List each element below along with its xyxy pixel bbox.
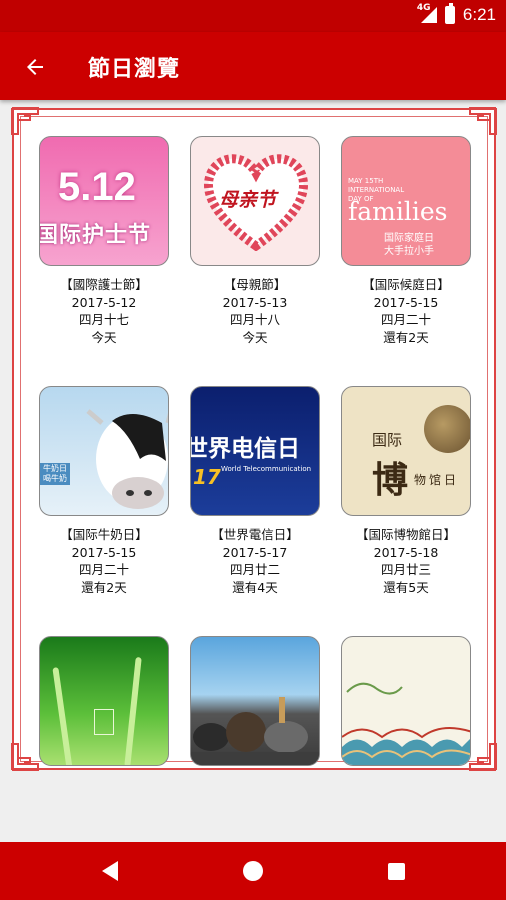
festival-lunar-date: 四月十七 <box>78 312 129 327</box>
festival-date: 2017-5-13 <box>222 294 288 310</box>
seal-icon <box>94 709 114 735</box>
status-icons: 4G 6:21 <box>417 3 496 25</box>
back-arrow-icon[interactable] <box>18 50 52 84</box>
thumbnail-text: 国际 <box>372 431 403 449</box>
festival-lunar-date: 四月二十 <box>380 312 431 327</box>
festival-frame: 5.12 国际护士节 【國際護士節】 2017-5-12 四月十七 今天 母亲节… <box>10 106 498 772</box>
festival-card[interactable]: 牛奶日 喝牛奶 【国际牛奶日】 2017-5-15 四月二十 還有2天 <box>38 386 170 596</box>
festival-thumbnail[interactable]: MAY 15TH INTERNATIONAL DAY OF families 国… <box>341 136 471 266</box>
festival-lunar-date: 四月二十 <box>78 562 129 577</box>
festival-card[interactable]: 世界电信日 17 World Telecommunication 【世界電信日】… <box>189 386 321 596</box>
festival-grid: 5.12 国际护士节 【國際護士節】 2017-5-12 四月十七 今天 母亲节… <box>38 136 478 766</box>
festival-card[interactable] <box>189 636 321 766</box>
festival-thumbnail[interactable]: 牛奶日 喝牛奶 <box>39 386 169 516</box>
festival-countdown: 還有2天 <box>81 579 127 595</box>
festival-name: 【世界電信日】 <box>211 527 299 542</box>
app-bar: 節日瀏覽 <box>0 32 506 100</box>
festival-name: 【母親節】 <box>223 277 287 292</box>
festival-thumbnail[interactable] <box>190 636 320 766</box>
globe-icon <box>424 405 470 453</box>
thumbnail-text: 物馆日 <box>414 473 460 487</box>
festival-thumbnail[interactable]: 母亲节 <box>190 136 320 266</box>
app-root: 4G 6:21 節日瀏覽 5.12 国际护士节 【國際護士節】 2017-5-1… <box>0 0 506 900</box>
festival-thumbnail[interactable]: 世界电信日 17 World Telecommunication <box>190 386 320 516</box>
thumbnail-text: 博 <box>372 460 409 501</box>
battery-icon <box>444 3 455 24</box>
festival-thumbnail[interactable] <box>341 636 471 766</box>
festival-card[interactable] <box>340 636 472 766</box>
status-bar: 4G 6:21 <box>0 0 506 32</box>
festival-name: 【国际牛奶日】 <box>60 527 148 542</box>
nav-home-icon[interactable] <box>223 842 283 900</box>
festival-card[interactable]: MAY 15TH INTERNATIONAL DAY OF families 国… <box>340 136 472 346</box>
thumbnail-text: families <box>348 197 448 226</box>
page-title: 節日瀏覽 <box>88 57 181 82</box>
frame-corner-ornament-icon <box>468 106 498 136</box>
nav-back-icon[interactable] <box>80 842 140 900</box>
status-time: 6:21 <box>462 5 496 24</box>
festival-countdown: 還有4天 <box>232 579 278 595</box>
thumbnail-text: 母亲节 <box>219 189 277 211</box>
thumbnail-text: 17 <box>193 465 221 489</box>
festival-countdown: 今天 <box>91 329 117 345</box>
festival-countdown: 今天 <box>242 329 268 345</box>
festival-thumbnail[interactable] <box>39 636 169 766</box>
festival-date: 2017-5-15 <box>71 544 137 560</box>
thumbnail-text: 国际家庭日 大手拉小手 <box>384 233 434 257</box>
festival-name: 【国际博物館日】 <box>355 527 456 542</box>
thumbnail-text: 牛奶日 喝牛奶 <box>40 463 70 485</box>
festival-card[interactable] <box>38 636 170 766</box>
festival-lunar-date: 四月十八 <box>229 312 280 327</box>
festival-date: 2017-5-18 <box>373 544 439 560</box>
festival-card[interactable]: 5.12 国际护士节 【國際護士節】 2017-5-12 四月十七 今天 <box>38 136 170 346</box>
festival-countdown: 還有2天 <box>383 329 429 345</box>
system-nav-bar <box>0 842 506 900</box>
frame-corner-ornament-icon <box>10 742 40 772</box>
festival-lunar-date: 四月廿二 <box>229 562 280 577</box>
thumbnail-text: 国际护士节 <box>39 223 152 248</box>
festival-date: 2017-5-12 <box>71 294 137 310</box>
thumbnail-text: 世界电信日 <box>190 436 300 462</box>
festival-date: 2017-5-17 <box>222 544 288 560</box>
festival-thumbnail[interactable]: 国际 博 物馆日 <box>341 386 471 516</box>
festival-name: 【国际候庭日】 <box>362 277 450 292</box>
festival-date: 2017-5-15 <box>373 294 439 310</box>
thumbnail-text: 5.12 <box>58 165 136 209</box>
festival-countdown: 還有5天 <box>383 579 429 595</box>
festival-card[interactable]: 母亲节 【母親節】 2017-5-13 四月十八 今天 <box>189 136 321 346</box>
nav-recent-apps-icon[interactable] <box>366 842 426 900</box>
thumbnail-text: World Telecommunication <box>221 465 312 473</box>
festival-name: 【國際護士節】 <box>60 277 148 292</box>
festival-thumbnail[interactable]: 5.12 国际护士节 <box>39 136 169 266</box>
festival-card[interactable]: 国际 博 物馆日 【国际博物館日】 2017-5-18 四月廿三 還有5天 <box>340 386 472 596</box>
signal-icon: 4G <box>417 3 437 25</box>
festival-lunar-date: 四月廿三 <box>380 562 431 577</box>
frame-corner-ornament-icon <box>10 106 40 136</box>
